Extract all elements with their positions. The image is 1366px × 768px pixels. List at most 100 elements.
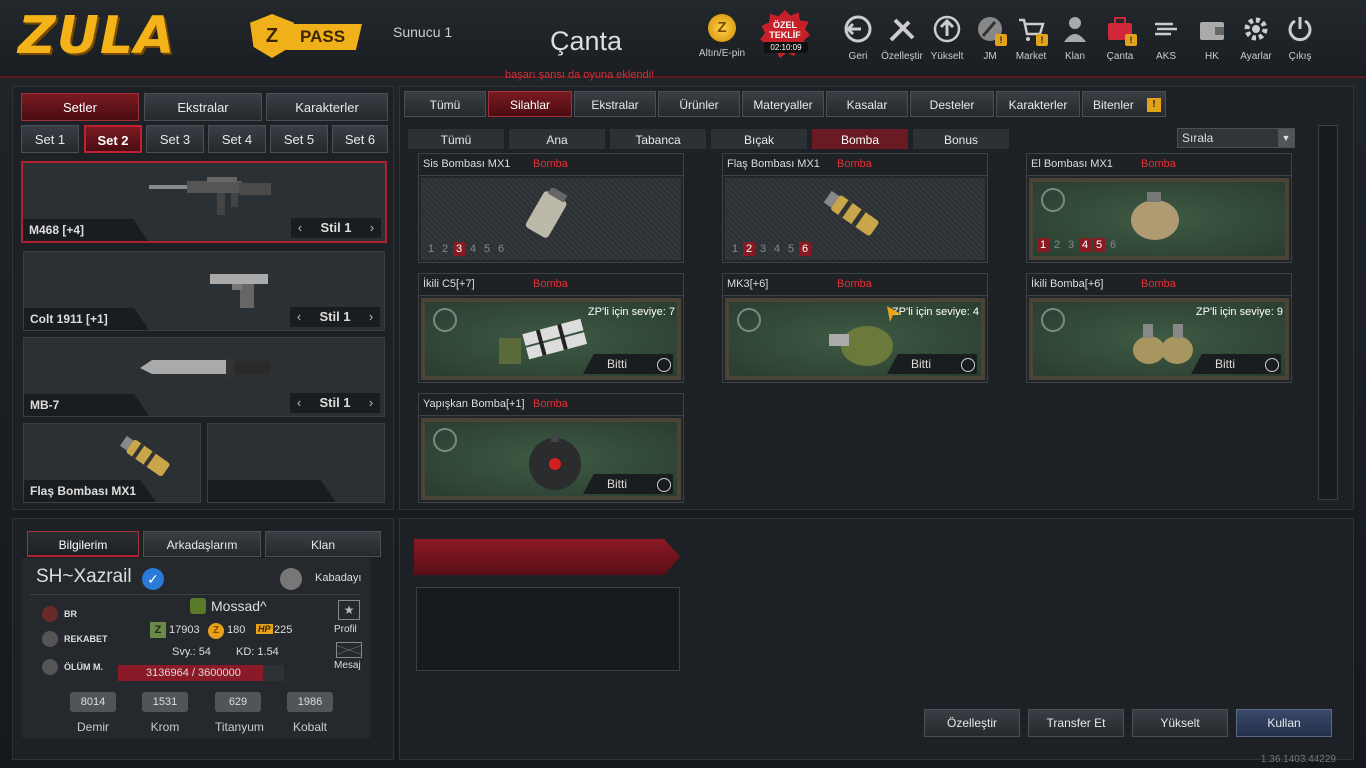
clan-name: Mossad^ xyxy=(211,598,267,614)
smoke-grenade-icon xyxy=(525,188,568,238)
inventory-scrollbar[interactable] xyxy=(1318,125,1338,500)
offer-line2: TEKLİF xyxy=(769,30,801,40)
kd-text: KD: 1.54 xyxy=(236,646,279,658)
subtab-ana[interactable]: Ana xyxy=(509,129,605,149)
style-next-arrow-icon[interactable]: › xyxy=(364,307,378,327)
nav-cart-button[interactable]: ! Market xyxy=(1009,14,1053,62)
category-silahlar[interactable]: Silahlar xyxy=(488,91,572,117)
category-ekstralar[interactable]: Ekstralar xyxy=(574,91,656,117)
set-5-button[interactable]: Set 5 xyxy=(270,125,328,153)
rank-icon xyxy=(280,568,302,590)
style-prev-arrow-icon[interactable]: ‹ xyxy=(292,393,306,413)
sticky-bomb-icon xyxy=(529,434,581,490)
tab-klan[interactable]: Klan xyxy=(265,531,381,557)
set-1-button[interactable]: Set 1 xyxy=(21,125,79,153)
slot-grenade-1[interactable]: Flaş Bombası MX1 xyxy=(23,423,201,503)
item-card-flas-bombasi[interactable]: Flaş Bombası MX1 Bomba 123456 xyxy=(722,153,988,263)
detail-preview-box xyxy=(416,587,680,671)
subtab-tumu[interactable]: Tümü xyxy=(408,129,504,149)
set-3-button[interactable]: Set 3 xyxy=(146,125,204,153)
slot-secondary-weapon[interactable]: Colt 1911 [+1] ‹ Stil 1 › xyxy=(23,251,385,331)
xp-text: 3136964 / 3600000 xyxy=(146,667,241,679)
gold-epin-button[interactable]: Z Altın/E-pin xyxy=(696,14,748,59)
nav-upgrade-button[interactable]: Yükselt xyxy=(925,14,969,62)
level-text: Svy.: 54 xyxy=(172,646,211,658)
item-card-ikili-bomba[interactable]: İkili Bomba[+6] Bomba ZP'li için seviye: … xyxy=(1026,273,1292,383)
nav-wallet-button[interactable]: HK xyxy=(1190,14,1234,62)
item-card-sis-bombasi[interactable]: Sis Bombası MX1 Bomba 123456 xyxy=(418,153,684,263)
nav-clan-button[interactable]: Klan xyxy=(1053,14,1097,62)
slot-primary-weapon[interactable]: M468 [+4] ‹ Stil 1 › xyxy=(21,161,387,243)
br-badge-icon xyxy=(42,606,58,622)
set-2-button[interactable]: Set 2 xyxy=(84,125,142,153)
style-prev-arrow-icon[interactable]: ‹ xyxy=(292,307,306,327)
tab-ekstralar[interactable]: Ekstralar xyxy=(144,93,262,121)
nav-jm-button[interactable]: ! JM xyxy=(968,14,1012,62)
upgrade-button[interactable]: Yükselt xyxy=(1132,709,1228,737)
grenade-1-name: Flaş Bombası MX1 xyxy=(24,480,156,502)
item-card-ikili-c5[interactable]: İkili C5[+7] Bomba ZP'li için seviye: 7 B… xyxy=(418,273,684,383)
bag-icon: ! xyxy=(1105,14,1137,46)
mail-icon[interactable] xyxy=(336,642,362,658)
special-offer-button[interactable]: ÖZEL TEKLİF 02:10:09 xyxy=(752,10,818,64)
nav-gear-button[interactable]: Ayarlar xyxy=(1234,14,1278,62)
tab-setler[interactable]: Setler xyxy=(21,93,139,121)
message-label[interactable]: Mesaj xyxy=(334,660,361,671)
deathmatch-badge-icon xyxy=(42,659,58,675)
use-button[interactable]: Kullan xyxy=(1236,709,1332,737)
category-bitenler[interactable]: Bitenler ! xyxy=(1082,91,1166,117)
resource-value: 1531 xyxy=(142,692,188,712)
tab-arkadaslarim[interactable]: Arkadaşlarım xyxy=(143,531,261,557)
item-card-el-bombasi[interactable]: El Bombası MX1 Bomba 123456 xyxy=(1026,153,1292,263)
set-6-button[interactable]: Set 6 xyxy=(332,125,388,153)
item-name: Yapışkan Bomba[+1] xyxy=(423,398,525,410)
secondary-style-selector[interactable]: ‹ Stil 1 › xyxy=(290,307,380,327)
subtab-bomba[interactable]: Bomba xyxy=(812,129,908,149)
nav-back-button[interactable]: Geri xyxy=(836,14,880,62)
nav-aks-button[interactable]: AKS xyxy=(1144,14,1188,62)
jm-icon: ! xyxy=(975,14,1007,46)
nav-power-button[interactable]: Çıkış xyxy=(1278,14,1322,62)
style-next-arrow-icon[interactable]: › xyxy=(364,393,378,413)
category-urunler[interactable]: Ürünler xyxy=(658,91,740,117)
news-ticker: başarı şansı da oyuna eklendi! xyxy=(505,69,655,81)
resource-value: 8014 xyxy=(70,692,116,712)
gold-label: Altın/E-pin xyxy=(698,48,746,59)
subtab-bicak[interactable]: Bıçak xyxy=(711,129,807,149)
transfer-button[interactable]: Transfer Et xyxy=(1028,709,1124,737)
set-4-button[interactable]: Set 4 xyxy=(208,125,266,153)
zpass-button[interactable]: PASS Z xyxy=(250,14,365,58)
category-karakterler[interactable]: Karakterler xyxy=(996,91,1080,117)
offer-timer: 02:10:09 xyxy=(764,42,808,53)
tab-karakterler[interactable]: Karakterler xyxy=(266,93,388,121)
nav-tools-button[interactable]: Özelleştir xyxy=(880,14,924,62)
sort-dropdown[interactable]: Sırala ▼ xyxy=(1177,128,1295,148)
item-card-mk3[interactable]: MK3[+6] Bomba ZP'li için seviye: 4 Bitti xyxy=(722,273,988,383)
category-desteler[interactable]: Desteler xyxy=(910,91,994,117)
customize-button[interactable]: Özelleştir xyxy=(924,709,1020,737)
item-card-yapiskan-bomba[interactable]: Yapışkan Bomba[+1] Bomba Bitti xyxy=(418,393,684,503)
category-materyaller[interactable]: Materyaller xyxy=(742,91,824,117)
style-next-arrow-icon[interactable]: › xyxy=(365,218,379,238)
warning-icon: ! xyxy=(1147,98,1161,112)
slot-melee-weapon[interactable]: MB-7 ‹ Stil 1 › xyxy=(23,337,385,417)
profile-star-icon[interactable]: ★ xyxy=(338,600,360,620)
item-name: İkili C5[+7] xyxy=(423,278,475,290)
frag-grenade-icon xyxy=(1131,192,1179,240)
subtab-bonus[interactable]: Bonus xyxy=(913,129,1009,149)
upgrade-icon xyxy=(433,308,457,332)
profile-label[interactable]: Profil xyxy=(334,624,357,635)
category-tumu[interactable]: Tümü xyxy=(404,91,486,117)
tab-bilgilerim[interactable]: Bilgilerim xyxy=(27,531,139,557)
style-prev-arrow-icon[interactable]: ‹ xyxy=(293,218,307,238)
category-kasalar[interactable]: Kasalar xyxy=(826,91,908,117)
slot-grenade-2-empty[interactable] xyxy=(207,423,385,503)
zp-level-text: ZP'li için seviye: 7 xyxy=(587,306,675,318)
subtab-tabanca[interactable]: Tabanca xyxy=(610,129,706,149)
page-title: Çanta xyxy=(550,26,623,56)
primary-style-selector[interactable]: ‹ Stil 1 › xyxy=(291,218,381,238)
knife-icon xyxy=(140,358,270,378)
melee-style-selector[interactable]: ‹ Stil 1 › xyxy=(290,393,380,413)
xp-bar: 3136964 / 3600000 xyxy=(118,665,284,681)
nav-bag-button[interactable]: ! Çanta xyxy=(1098,14,1142,62)
